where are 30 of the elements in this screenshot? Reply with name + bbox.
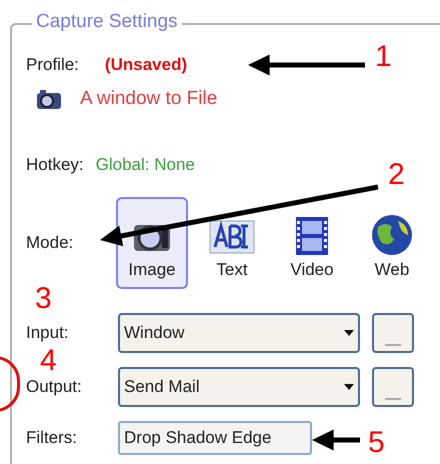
annotation-number: 1	[375, 42, 392, 72]
annotation-number: 3	[35, 284, 52, 314]
group-title: Capture Settings	[32, 11, 182, 32]
camera-icon	[36, 88, 62, 110]
text-field[interactable]: Drop Shadow Edge	[118, 420, 312, 454]
mode-button[interactable]: Video	[276, 196, 348, 288]
caret-icon	[344, 384, 354, 390]
profile-label: Profile:	[26, 54, 79, 76]
annotation-number: 4	[40, 346, 57, 376]
field-label: Filters:	[26, 426, 78, 449]
hotkey-label: Hotkey:	[26, 154, 84, 176]
caret-icon	[344, 330, 354, 336]
browse-button[interactable]	[372, 366, 414, 406]
ellipsis-icon	[385, 344, 401, 346]
browse-button[interactable]	[372, 312, 414, 352]
ellipsis-icon	[385, 398, 401, 400]
profile-value: (Unsaved)	[104, 54, 188, 76]
mode-button[interactable]: Web	[356, 196, 428, 288]
mode-button[interactable]: Text	[196, 196, 268, 288]
mode-button[interactable]: Image	[116, 196, 188, 288]
dropdown[interactable]: Send Mail	[118, 366, 360, 406]
dropdown[interactable]: Window	[118, 312, 360, 352]
globe-icon	[370, 213, 414, 257]
field-label: Output:	[26, 376, 83, 398]
hotkey-value: Global: None	[96, 154, 195, 176]
profile-name: A window to File	[80, 87, 218, 112]
annotation-number: 2	[388, 160, 405, 190]
mode-label: Mode:	[26, 232, 74, 254]
field-label: Input:	[26, 322, 70, 344]
annotation-number: 5	[368, 428, 385, 458]
